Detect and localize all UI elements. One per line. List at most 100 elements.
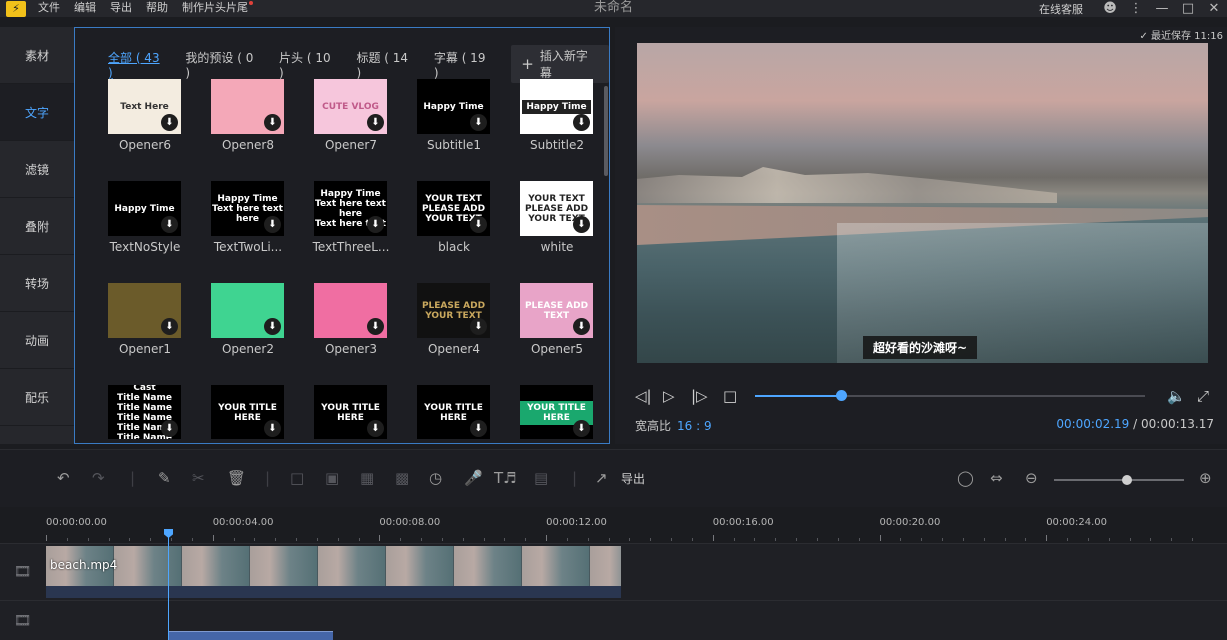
- play-icon[interactable]: ▷: [663, 387, 675, 405]
- template-card[interactable]: YOUR TITLE HERE ⬇: [520, 385, 594, 439]
- sidebar-item-animations[interactable]: 动画: [0, 312, 74, 369]
- template-thumbnail[interactable]: ⬇: [211, 283, 284, 338]
- template-thumbnail[interactable]: ⬇: [108, 283, 181, 338]
- aspect-ratio[interactable]: 宽高比 16 : 9: [635, 417, 712, 434]
- cut-icon[interactable]: ✂: [192, 469, 205, 487]
- download-icon[interactable]: ⬇: [573, 420, 590, 437]
- template-thumbnail[interactable]: Happy Time ⬇: [520, 79, 593, 134]
- template-card[interactable]: YOUR TEXT PLEASE ADD YOUR TEXT ⬇ black: [417, 181, 491, 254]
- sidebar-item-media[interactable]: 素材: [0, 27, 74, 84]
- insert-subtitle-button[interactable]: + 插入新字幕: [511, 45, 610, 83]
- download-icon[interactable]: ⬇: [264, 318, 281, 335]
- voiceover-mic-icon[interactable]: 🎤: [464, 469, 483, 487]
- template-card[interactable]: ⬇ Opener2: [211, 283, 285, 356]
- template-thumbnail[interactable]: ⬇: [314, 283, 387, 338]
- template-card[interactable]: PLEASE ADD YOUR TEXT ⬇ Opener4: [417, 283, 491, 356]
- download-icon[interactable]: ⬇: [367, 216, 384, 233]
- download-icon[interactable]: ⬇: [573, 114, 590, 131]
- subtitle-overlay[interactable]: 超好看的沙滩呀~: [863, 336, 978, 359]
- sidebar-item-music[interactable]: 配乐: [0, 369, 74, 426]
- tab-my-presets[interactable]: 我的预设 ( 0 ): [185, 49, 261, 80]
- tab-subtitles[interactable]: 字幕 ( 19 ): [434, 49, 493, 80]
- timeline-zoom-handle[interactable]: [1121, 475, 1132, 485]
- delete-icon[interactable]: 🗑: [227, 469, 246, 487]
- template-card[interactable]: YOUR TITLE HERE ⬇: [417, 385, 491, 439]
- playback-progress-bar[interactable]: [755, 390, 1145, 401]
- fit-timeline-icon[interactable]: ⇔: [990, 469, 1003, 487]
- sidebar-item-transitions[interactable]: 转场: [0, 255, 74, 312]
- tab-openers[interactable]: 片头 ( 10 ): [279, 49, 338, 80]
- sidebar-item-overlays[interactable]: 叠附: [0, 198, 74, 255]
- sidebar-item-text[interactable]: 文字: [0, 84, 74, 141]
- image-icon[interactable]: ▤: [534, 469, 548, 487]
- export-icon[interactable]: ↗: [595, 469, 608, 487]
- template-thumbnail[interactable]: CUTE VLOG ⬇: [314, 79, 387, 134]
- template-card[interactable]: YOUR TITLE HERE ⬇: [211, 385, 285, 439]
- template-thumbnail[interactable]: Text Here ⬇: [108, 79, 181, 134]
- playback-progress-handle[interactable]: [835, 390, 847, 401]
- template-card[interactable]: YOUR TITLE HERE ⬇: [314, 385, 388, 439]
- undo-icon[interactable]: ↶: [57, 469, 70, 487]
- template-thumbnail[interactable]: YOUR TEXT PLEASE ADD YOUR TEXT ⬇: [417, 181, 490, 236]
- template-card[interactable]: YOUR TEXT PLEASE ADD YOUR TEXT ⬇ white: [520, 181, 594, 254]
- download-icon[interactable]: ⬇: [367, 318, 384, 335]
- zoom-out-icon[interactable]: ⊖: [1025, 469, 1038, 487]
- video-preview[interactable]: 超好看的沙滩呀~: [637, 43, 1208, 363]
- timeline-zoom-slider[interactable]: [1054, 475, 1184, 485]
- template-card[interactable]: Cast Title Name Title Name Title Name Ti…: [108, 385, 182, 439]
- template-thumbnail[interactable]: ⬇: [211, 79, 284, 134]
- template-card[interactable]: Text Here ⬇ Opener6: [108, 79, 182, 152]
- text-clip[interactable]: [168, 631, 333, 640]
- template-thumbnail[interactable]: YOUR TITLE HERE ⬇: [417, 385, 490, 439]
- library-scrollbar[interactable]: [604, 86, 608, 176]
- template-thumbnail[interactable]: YOUR TITLE HERE ⬇: [211, 385, 284, 439]
- download-icon[interactable]: ⬇: [264, 114, 281, 131]
- template-thumbnail[interactable]: PLEASE ADD TEXT ⬇: [520, 283, 593, 338]
- text-to-speech-icon[interactable]: T♬: [494, 469, 517, 487]
- download-icon[interactable]: ⬇: [161, 420, 178, 437]
- timeline-playhead[interactable]: [164, 529, 173, 640]
- template-card[interactable]: Happy Time ⬇ TextNoStyle: [108, 181, 182, 254]
- template-card[interactable]: ⬇ Opener8: [211, 79, 285, 152]
- close-icon[interactable]: ✕: [1201, 0, 1227, 17]
- template-thumbnail[interactable]: YOUR TITLE HERE ⬇: [520, 385, 593, 439]
- redo-icon[interactable]: ↷: [92, 469, 105, 487]
- next-frame-icon[interactable]: |▷: [691, 387, 708, 405]
- online-service-link[interactable]: 在线客服: [1039, 1, 1083, 17]
- template-thumbnail[interactable]: YOUR TITLE HERE ⬇: [314, 385, 387, 439]
- download-icon[interactable]: ⬇: [470, 420, 487, 437]
- video-clip[interactable]: beach.mp4: [46, 546, 621, 598]
- freeze-frame-icon[interactable]: ▩: [395, 469, 409, 487]
- edit-pencil-icon[interactable]: ✎: [158, 469, 171, 487]
- crop-icon[interactable]: □: [290, 469, 304, 487]
- template-thumbnail[interactable]: PLEASE ADD YOUR TEXT ⬇: [417, 283, 490, 338]
- template-card[interactable]: CUTE VLOG ⬇ Opener7: [314, 79, 388, 152]
- template-thumbnail[interactable]: Happy Time ⬇: [417, 79, 490, 134]
- timeline-ruler[interactable]: 00:00:00.00 00:00:04.00 00:00:08.00 00:00:1…: [0, 507, 1227, 543]
- template-thumbnail[interactable]: Happy Time Text here text here ⬇: [211, 181, 284, 236]
- download-icon[interactable]: ⬇: [470, 216, 487, 233]
- stop-icon[interactable]: □: [723, 387, 737, 405]
- maximize-icon[interactable]: □: [1175, 0, 1201, 17]
- template-card[interactable]: Happy Time Text here text here ⬇ TextTwoLi…: [211, 181, 285, 254]
- user-icon[interactable]: ☻: [1097, 0, 1123, 17]
- template-thumbnail[interactable]: Happy Time ⬇: [108, 181, 181, 236]
- tab-all[interactable]: 全部 ( 43 ): [108, 49, 167, 80]
- aspect-ratio-value[interactable]: 16 : 9: [677, 419, 712, 433]
- template-card[interactable]: Happy Time ⬇ Subtitle1: [417, 79, 491, 152]
- export-button[interactable]: 导出: [621, 470, 645, 487]
- download-icon[interactable]: ⬇: [161, 318, 178, 335]
- marker-icon[interactable]: ◯: [957, 469, 974, 487]
- template-card[interactable]: ⬇ Opener1: [108, 283, 182, 356]
- fullscreen-icon[interactable]: ⤢: [1197, 387, 1209, 405]
- download-icon[interactable]: ⬇: [264, 216, 281, 233]
- template-thumbnail[interactable]: Happy Time Text here text here Text here…: [314, 181, 387, 236]
- download-icon[interactable]: ⬇: [470, 114, 487, 131]
- download-icon[interactable]: ⬇: [573, 318, 590, 335]
- template-card[interactable]: Happy Time ⬇ Subtitle2: [520, 79, 594, 152]
- download-icon[interactable]: ⬇: [367, 420, 384, 437]
- download-icon[interactable]: ⬇: [573, 216, 590, 233]
- template-card[interactable]: Happy Time Text here text here Text here…: [313, 181, 389, 254]
- template-thumbnail[interactable]: YOUR TEXT PLEASE ADD YOUR TEXT ⬇: [520, 181, 593, 236]
- download-icon[interactable]: ⬇: [161, 114, 178, 131]
